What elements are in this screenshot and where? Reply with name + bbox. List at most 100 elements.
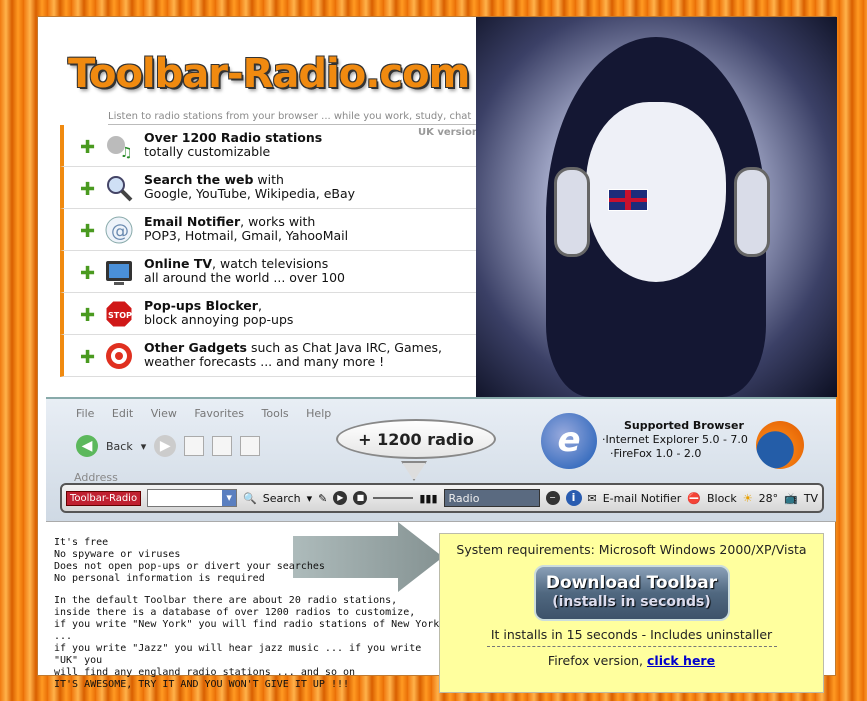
back-button[interactable]: Back <box>106 440 133 453</box>
equalizer-icon: ▮▮▮ <box>419 491 438 505</box>
svg-text:@: @ <box>111 221 129 242</box>
feature-text: all around the world ... over 100 <box>144 270 345 285</box>
plus-icon: ✚ <box>80 221 96 242</box>
tagline: Listen to radio stations from your brows… <box>108 111 476 125</box>
toolbar-brand[interactable]: Toolbar-Radio <box>66 490 142 506</box>
tv-small-icon[interactable]: 📺 <box>784 492 798 505</box>
gadgets-icon <box>106 343 132 369</box>
site-logo[interactable]: Toolbar-Radio.com <box>68 51 470 97</box>
feature-title: Pop-ups Blocker <box>144 298 258 313</box>
chevron-down-icon[interactable]: ▾ <box>307 492 313 505</box>
plus-icon: ✚ <box>80 137 96 158</box>
tv-icon <box>106 261 132 285</box>
search-combo[interactable] <box>147 489 238 507</box>
menu-item[interactable]: Edit <box>112 407 133 420</box>
feature-lead: , <box>257 298 262 313</box>
forward-arrow-icon[interactable]: ▶ <box>154 435 177 457</box>
search-button[interactable]: Search <box>263 492 301 505</box>
feature-lead: such as Chat Java IRC, Games, <box>246 340 442 355</box>
firefox-prefix: Firefox version, <box>547 653 647 668</box>
download-sublabel: (installs in seconds) <box>552 594 711 610</box>
menu-item[interactable]: Favorites <box>194 407 244 420</box>
hero-photo <box>476 17 837 397</box>
photo-face <box>586 102 726 282</box>
search-icon[interactable]: 🔍 <box>243 492 257 505</box>
desc-line: In the default Toolbar there are about 2… <box>54 595 398 606</box>
feature-title: Online TV <box>144 256 213 271</box>
supported-ie: ·Internet Explorer 5.0 - 7.0 <box>602 433 748 446</box>
download-toolbar-button[interactable]: Download Toolbar (installs in seconds) <box>533 565 730 621</box>
volume-slider[interactable] <box>373 497 414 499</box>
supported-ff: ·FireFox 1.0 - 2.0 <box>610 447 702 460</box>
back-arrow-icon[interactable]: ◀ <box>76 435 98 457</box>
supported-title: Supported Browser <box>624 419 744 432</box>
system-requirements: System requirements: Microsoft Windows 2… <box>456 542 807 557</box>
browser-demo: File Edit View Favorites Tools Help ◀ Ba… <box>46 397 836 522</box>
feature-item: ✚ Search the web with Google, YouTube, Wi… <box>60 167 485 209</box>
feature-text: POP3, Hotmail, Gmail, YahooMail <box>144 228 349 243</box>
block-button[interactable]: Block <box>707 492 737 505</box>
email-notifier-button[interactable]: E-mail Notifier <box>603 492 682 505</box>
firefox-line: Firefox version, click here <box>440 653 823 668</box>
radio-options-icon[interactable]: − <box>545 491 560 505</box>
pen-icon[interactable]: ✎ <box>318 492 327 505</box>
feature-title: Search the web <box>144 172 254 187</box>
home-icon[interactable] <box>240 436 261 456</box>
weather-sun-icon[interactable]: ☀ <box>743 492 753 505</box>
feature-text: Google, YouTube, Wikipedia, eBay <box>144 186 356 201</box>
refresh-icon[interactable] <box>212 436 233 456</box>
uk-flag-icon <box>608 189 648 211</box>
headphone-left <box>554 167 590 257</box>
plus-icon: ✚ <box>80 347 96 368</box>
menu-item[interactable]: Help <box>306 407 331 420</box>
feature-title: Other Gadgets <box>144 340 247 355</box>
menu-item[interactable]: Tools <box>262 407 289 420</box>
requirements-box: System requirements: Microsoft Windows 2… <box>439 533 824 693</box>
desc-line: if you write "New York" you will find ra… <box>54 619 440 642</box>
stop-page-icon[interactable] <box>184 436 205 456</box>
internet-explorer-icon: e <box>541 413 597 469</box>
description: It's free No spyware or viruses Does not… <box>54 537 444 701</box>
menu-item[interactable]: File <box>76 407 94 420</box>
page: Toolbar-Radio.com Listen to radio statio… <box>37 16 837 693</box>
chevron-down-icon[interactable]: ▾ <box>141 440 147 453</box>
headphone-right <box>734 167 770 257</box>
nav-bar: ◀ Back ▾ ▶ <box>76 435 261 457</box>
plus-icon: ✚ <box>80 179 96 200</box>
radio-select[interactable]: Radio <box>443 489 540 507</box>
feature-list: ✚ ♫ Over 1200 Radio stations totally cust… <box>60 125 485 377</box>
desc-line: Does not open pop-ups or divert your sea… <box>54 561 325 572</box>
feature-item: ✚ STOP Pop-ups Blocker, block annoying po… <box>60 293 485 335</box>
menu-item[interactable]: View <box>151 407 177 420</box>
desc-line: if you write "Jazz" you will hear jazz m… <box>54 643 422 666</box>
tv-button[interactable]: TV <box>804 492 818 505</box>
desc-line: IT'S AWESOME, TRY IT AND YOU WON'T GIVE … <box>54 679 350 690</box>
feature-item: ✚ ♫ Over 1200 Radio stations totally cust… <box>60 125 485 167</box>
radio-count-bubble: + 1200 radio <box>336 419 496 459</box>
supported-browsers: Supported Browser ·Internet Explorer 5.0… <box>602 419 748 461</box>
play-icon[interactable]: ▶ <box>333 491 348 505</box>
feature-item: ✚ Other Gadgets such as Chat Java IRC, G… <box>60 335 485 377</box>
feature-text: totally customizable <box>144 144 271 159</box>
firefox-link[interactable]: click here <box>647 653 715 668</box>
bubble-pointer <box>401 461 427 481</box>
toolbar-radio-bar: Toolbar-Radio 🔍 Search ▾ ✎ ▶ ■ ▮▮▮ Radio… <box>60 483 824 513</box>
stop-button-icon[interactable]: ■ <box>353 491 368 505</box>
weather-temperature[interactable]: 28° <box>759 492 779 505</box>
info-icon[interactable]: i <box>565 490 582 506</box>
stop-icon: STOP <box>105 300 133 328</box>
feature-title: Over 1200 Radio stations <box>144 130 323 145</box>
feature-lead: , works with <box>240 214 316 229</box>
plus-icon: ✚ <box>80 305 96 326</box>
feature-text: weather forecasts ... and many more ! <box>144 354 385 369</box>
block-icon[interactable]: ⛔ <box>687 492 701 505</box>
feature-item: ✚ Online TV, watch televisions all around… <box>60 251 485 293</box>
download-label: Download Toolbar <box>545 573 718 593</box>
feature-title: Email Notifier <box>144 214 241 229</box>
email-envelope-icon[interactable]: ✉ <box>588 492 597 505</box>
desc-line: No spyware or viruses <box>54 549 181 560</box>
desc-line: will find any england radio stations ...… <box>54 667 356 678</box>
email-icon: @ <box>105 216 133 244</box>
desc-line: It's free <box>54 537 109 548</box>
feature-lead: , watch televisions <box>212 256 329 271</box>
